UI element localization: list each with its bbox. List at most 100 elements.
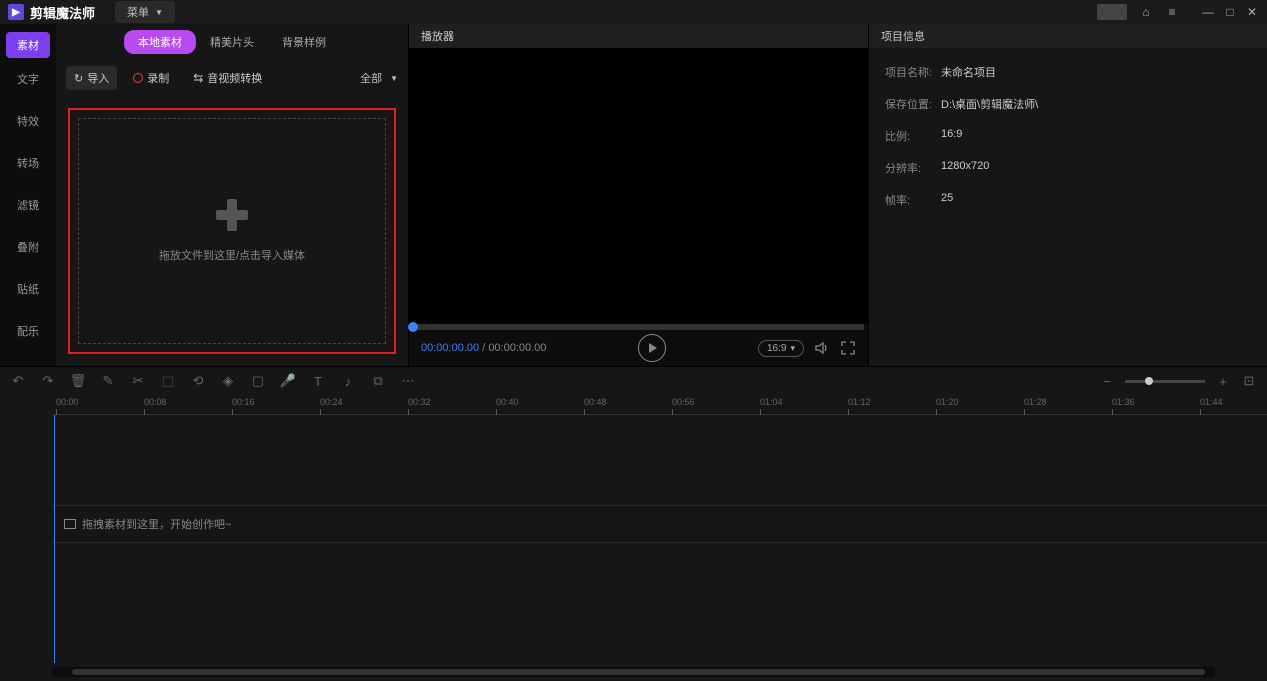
main-track[interactable]: 拖拽素材到这里，开始创作吧~ xyxy=(52,505,1267,543)
record-icon xyxy=(133,73,143,83)
zoom-slider[interactable] xyxy=(1125,380,1205,383)
timeline-toolbar: ↶ ↷ 🗑 ✎ ✂ ⬚ ⟲ ◈ ▢ 🎤 T ♪ ⧉ ⋯ − + ⊡ xyxy=(0,367,1267,395)
side-tab-effects[interactable]: 特效 xyxy=(0,100,56,142)
volume-icon[interactable] xyxy=(814,340,830,356)
info-row-ratio: 比例:16:9 xyxy=(885,128,1251,144)
titlebar: ▶ 剪辑魔法师 菜单 ⌂ ≡ — □ ✕ xyxy=(0,0,1267,24)
ruler-tick: 01:12 xyxy=(848,397,871,407)
import-button[interactable]: ↻ 导入 xyxy=(66,66,117,90)
timeline-tracks[interactable]: 拖拽素材到这里，开始创作吧~ xyxy=(52,415,1267,663)
side-tab-filter[interactable]: 滤镜 xyxy=(0,184,56,226)
drop-zone[interactable]: 拖放文件到这里/点击导入媒体 xyxy=(78,118,386,344)
fit-icon[interactable]: ⊡ xyxy=(1241,373,1257,389)
app-title: 剪辑魔法师 xyxy=(30,3,95,22)
side-tab-transition[interactable]: 转场 xyxy=(0,142,56,184)
delete-icon[interactable]: 🗑 xyxy=(70,373,86,389)
more-icon[interactable]: ⋯ xyxy=(400,373,416,389)
redo-icon[interactable]: ↷ xyxy=(40,373,56,389)
marker-icon[interactable]: ◈ xyxy=(220,373,236,389)
ruler-tick: 01:28 xyxy=(1024,397,1047,407)
sub-tab-local[interactable]: 本地素材 xyxy=(124,30,196,54)
info-label: 保存位置: xyxy=(885,96,941,112)
ruler-tick: 01:44 xyxy=(1200,397,1223,407)
home-icon[interactable]: ⌂ xyxy=(1139,5,1153,19)
info-value: 未命名项目 xyxy=(941,64,996,80)
timeline: ↶ ↷ 🗑 ✎ ✂ ⬚ ⟲ ◈ ▢ 🎤 T ♪ ⧉ ⋯ − + ⊡ 00:00 0… xyxy=(0,366,1267,681)
player-seek-bar[interactable] xyxy=(413,324,864,330)
info-label: 项目名称: xyxy=(885,64,941,80)
convert-icon: ⇆ xyxy=(193,71,203,85)
zoom-thumb[interactable] xyxy=(1145,377,1153,385)
side-tab-text[interactable]: 文字 xyxy=(0,58,56,100)
info-row-path: 保存位置:D:\桌面\剪辑魔法师\ xyxy=(885,96,1251,112)
info-value: D:\桌面\剪辑魔法师\ xyxy=(941,96,1038,112)
maximize-icon[interactable]: □ xyxy=(1223,5,1237,19)
sub-tab-intro[interactable]: 精美片头 xyxy=(196,30,268,54)
titlebar-action-button[interactable] xyxy=(1097,4,1127,20)
filter-label: 全部 xyxy=(360,70,382,86)
sub-tab-background[interactable]: 背景样例 xyxy=(268,30,340,54)
split-icon[interactable]: ✂ xyxy=(130,373,146,389)
play-icon xyxy=(649,343,657,353)
filter-dropdown[interactable]: 全部 xyxy=(360,70,398,86)
main-area: 素材 文字 特效 转场 滤镜 叠附 贴纸 配乐 本地素材 精美片头 背景样例 ↻… xyxy=(0,24,1267,366)
zoom-out-icon[interactable]: − xyxy=(1099,373,1115,389)
fullscreen-icon[interactable] xyxy=(840,340,856,356)
player-viewport[interactable] xyxy=(409,48,868,324)
info-row-fps: 帧率:25 xyxy=(885,192,1251,208)
settings-lines-icon[interactable]: ≡ xyxy=(1165,5,1179,19)
voice-icon[interactable]: 🎤 xyxy=(280,373,296,389)
media-panel: 本地素材 精美片头 背景样例 ↻ 导入 录制 ⇆ 音视频转换 全部 xyxy=(56,24,408,366)
copy-icon[interactable]: ⧉ xyxy=(370,373,386,389)
media-toolbar: ↻ 导入 录制 ⇆ 音视频转换 全部 xyxy=(56,60,408,96)
close-icon[interactable]: ✕ xyxy=(1245,5,1259,19)
rotate-icon[interactable]: ⟲ xyxy=(190,373,206,389)
drop-zone-highlight: 拖放文件到这里/点击导入媒体 xyxy=(68,108,396,354)
ruler-tick: 00:32 xyxy=(408,397,431,407)
crop-icon[interactable]: ⬚ xyxy=(160,373,176,389)
info-panel: 项目信息 项目名称:未命名项目 保存位置:D:\桌面\剪辑魔法师\ 比例:16:… xyxy=(868,24,1267,366)
track-icon xyxy=(64,519,76,529)
info-value: 16:9 xyxy=(941,128,962,144)
aspect-ratio-label: 16:9 xyxy=(767,343,786,354)
player-header: 播放器 xyxy=(409,24,868,48)
ruler-tick: 00:24 xyxy=(320,397,343,407)
player-controls: 00:00:00.00 / 00:00:00.00 16:9 xyxy=(409,330,868,366)
minimize-icon[interactable]: — xyxy=(1201,5,1215,19)
edit-icon[interactable]: ✎ xyxy=(100,373,116,389)
convert-button[interactable]: ⇆ 音视频转换 xyxy=(185,66,270,90)
snapshot-icon[interactable]: ▢ xyxy=(250,373,266,389)
aspect-ratio-dropdown[interactable]: 16:9 xyxy=(758,340,804,357)
info-label: 比例: xyxy=(885,128,941,144)
timeline-scrollbar[interactable] xyxy=(52,667,1215,677)
info-row-name: 项目名称:未命名项目 xyxy=(885,64,1251,80)
app-logo-icon: ▶ xyxy=(8,4,24,20)
side-tab-overlay[interactable]: 叠附 xyxy=(0,226,56,268)
undo-icon[interactable]: ↶ xyxy=(10,373,26,389)
player-panel: 播放器 00:00:00.00 / 00:00:00.00 16:9 xyxy=(408,24,868,366)
side-tab-sticker[interactable]: 贴纸 xyxy=(0,268,56,310)
play-button[interactable] xyxy=(638,334,666,362)
ruler-tick: 00:00 xyxy=(56,397,79,407)
playhead[interactable] xyxy=(54,415,55,663)
music-tool-icon[interactable]: ♪ xyxy=(340,373,356,389)
text-tool-icon[interactable]: T xyxy=(310,373,326,389)
sub-tabs: 本地素材 精美片头 背景样例 xyxy=(56,24,408,60)
side-tab-music[interactable]: 配乐 xyxy=(0,310,56,352)
drop-zone-text: 拖放文件到这里/点击导入媒体 xyxy=(159,247,305,263)
info-row-resolution: 分辨率:1280x720 xyxy=(885,160,1251,176)
player-seek-handle[interactable] xyxy=(408,322,418,332)
side-tab-material[interactable]: 素材 xyxy=(6,32,50,58)
timeline-ruler[interactable]: 00:0000:0800:1600:2400:3200:4000:4800:56… xyxy=(52,395,1267,415)
ruler-tick: 00:08 xyxy=(144,397,167,407)
ruler-tick: 01:04 xyxy=(760,397,783,407)
zoom-in-icon[interactable]: + xyxy=(1215,373,1231,389)
drop-zone-container: 拖放文件到这里/点击导入媒体 xyxy=(56,96,408,366)
info-label: 帧率: xyxy=(885,192,941,208)
import-label: 导入 xyxy=(87,70,109,86)
menu-button[interactable]: 菜单 xyxy=(115,1,175,23)
time-display: 00:00:00.00 / 00:00:00.00 xyxy=(421,342,546,354)
timeline-scroll-thumb[interactable] xyxy=(72,669,1205,675)
plus-icon xyxy=(216,199,248,231)
record-button[interactable]: 录制 xyxy=(125,66,177,90)
